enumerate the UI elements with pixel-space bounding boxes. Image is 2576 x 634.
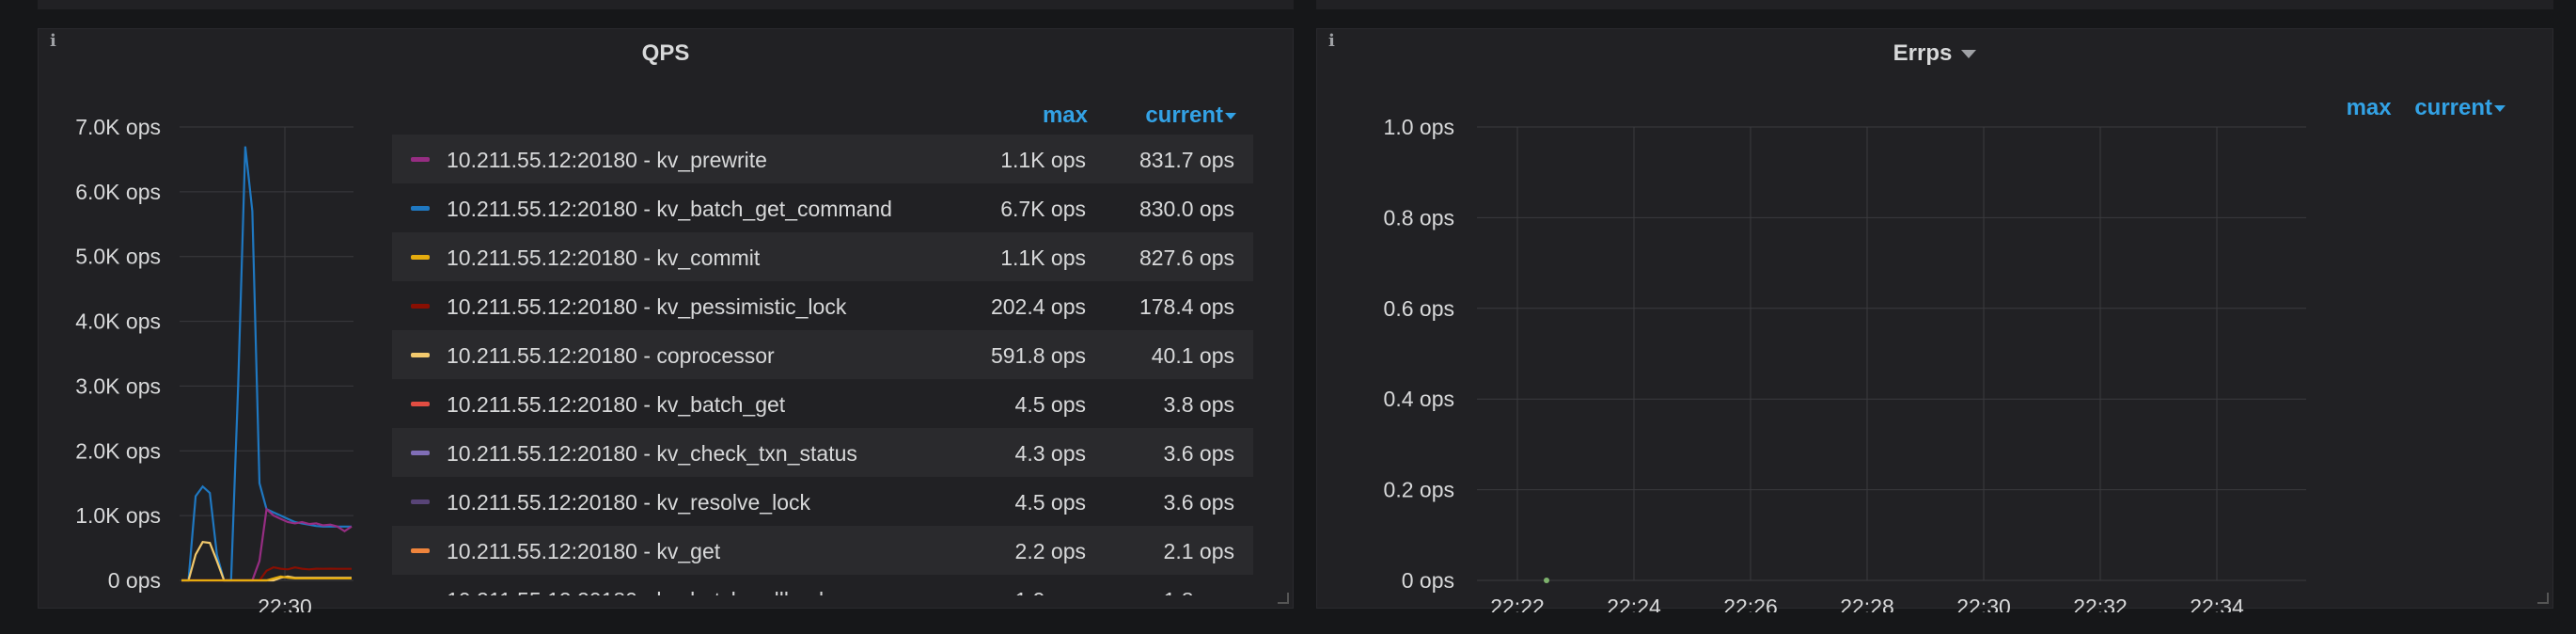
legend-item-current: 3.8 ops [1163,392,1234,417]
series-color-swatch[interactable] [411,451,430,455]
errps-legend-header: max current [2347,95,2505,121]
y-tick-label: 0.6 ops [1384,296,1454,321]
legend-item[interactable]: 10.211.55.12:20180 - kv_prewrite 1.1K ops… [392,135,1253,183]
legend-item[interactable]: 10.211.55.12:20180 - coprocessor 591.8 op… [392,330,1253,379]
errps-panel[interactable]: i Errps 0 ops 0.2 ops 0.4 ops 0.6 ops 0.8 op… [1316,28,2553,612]
y-tick-label: 7.0K ops [75,115,161,139]
legend-item-max: 1.1K ops [1000,148,1086,172]
sort-desc-icon [1225,113,1236,120]
legend-item-name[interactable]: 10.211.55.12:20180 - coprocessor [447,343,775,369]
legend-item-current: 3.6 ops [1163,441,1234,466]
y-tick-label: 0.4 ops [1384,387,1454,411]
qps-graph[interactable]: 0 ops 1.0K ops 2.0K ops 3.0K ops 4.0K ops 5.0… [39,67,363,612]
x-tick-label: 22:24 [1607,594,1661,612]
legend-item[interactable]: 10.211.55.12:20180 - kv_resolve_lock 4.5 … [392,477,1253,526]
legend-item-current: 1.8 ops [1164,588,1234,595]
legend-item-max: 202.4 ops [990,294,1086,319]
chevron-down-icon[interactable] [1961,50,1977,59]
legend-header-current[interactable]: current [1145,103,1236,129]
legend-header-max[interactable]: max [2347,95,2392,120]
y-tick-label: 4.0K ops [75,309,161,334]
legend-item[interactable]: 10.211.55.12:20180 - kv_batch_get 4.5 ops… [392,379,1253,428]
panel-title[interactable]: QPS [39,40,1293,67]
legend-item-max: 2.2 ops [1014,539,1086,563]
previous-panel-edge [1316,0,2553,9]
series-color-swatch[interactable] [411,304,430,309]
legend-item-name[interactable]: 10.211.55.12:20180 - kv_check_txn_status [447,441,857,467]
x-tick-label: 22:30 [1956,594,2011,612]
legend-header: max current [392,86,1253,135]
y-tick-label: 1.0K ops [75,503,161,528]
series-color-swatch[interactable] [411,353,430,357]
legend-item-current: 827.6 ops [1139,246,1234,270]
legend-item-max: 4.3 ops [1014,441,1086,466]
legend-item-name[interactable]: 10.211.55.12:20180 - kv_batch_get_comman… [447,197,892,222]
legend-item-current: 40.1 ops [1151,343,1234,368]
legend-item-name[interactable]: 10.211.55.12:20180 - kv_batch_rollback [447,588,829,595]
legend-item-current: 830.0 ops [1139,197,1234,221]
series-color-swatch[interactable] [411,548,430,553]
legend-item-max: 6.7K ops [1000,197,1086,221]
legend-item-name[interactable]: 10.211.55.12:20180 - kv_resolve_lock [447,490,810,515]
legend-item-max: 4.5 ops [1014,392,1086,417]
legend-item[interactable]: 10.211.55.12:20180 - kv_get 2.2 ops 2.1 op… [392,526,1253,575]
legend-item-name[interactable]: 10.211.55.12:20180 - kv_pessimistic_lock [447,294,846,320]
legend-item-name[interactable]: 10.211.55.12:20180 - kv_get [447,539,720,564]
legend-item[interactable]: 10.211.55.12:20180 - kv_batch_get_comman… [392,183,1253,232]
legend-header-max[interactable]: max [1043,103,1088,129]
x-tick-label: 22:22 [1490,594,1545,612]
series-color-swatch[interactable] [411,206,430,211]
legend-item-name[interactable]: 10.211.55.12:20180 - kv_commit [447,246,760,271]
x-tick-label: 22:32 [2073,594,2128,612]
legend-header-current[interactable]: current [2414,95,2505,120]
series-line [181,541,352,582]
data-point [1544,578,1549,583]
series-color-swatch[interactable] [411,157,430,162]
qps-panel[interactable]: i QPS 0 ops 1.0K ops 2.0K ops 3.0K ops 4.0K … [38,28,1294,612]
series-color-swatch[interactable] [411,499,430,504]
sort-desc-icon [2494,105,2505,113]
legend-item-current: 3.6 ops [1163,490,1234,515]
legend-item-current: 831.7 ops [1139,148,1234,172]
y-tick-label: 0 ops [108,568,161,593]
series-color-swatch[interactable] [411,255,430,260]
legend-item[interactable]: 10.211.55.12:20180 - kv_batch_rollback 1.… [392,575,1253,595]
x-tick-label: 22:30 [258,594,312,612]
resize-handle[interactable] [1278,593,1289,604]
legend-item[interactable]: 10.211.55.12:20180 - kv_pessimistic_lock… [392,281,1253,330]
legend-item-name[interactable]: 10.211.55.12:20180 - kv_batch_get [447,392,785,418]
y-tick-label: 3.0K ops [75,373,161,398]
y-tick-label: 6.0K ops [75,180,161,204]
y-tick-label: 2.0K ops [75,438,161,463]
x-tick-label: 22:34 [2190,594,2244,612]
legend-item-max: 4.5 ops [1014,490,1086,515]
y-tick-label: 0 ops [1402,568,1454,593]
x-tick-label: 22:28 [1840,594,1894,612]
legend-item-max: 1.9 ops [1015,588,1086,595]
legend-item-current: 2.1 ops [1163,539,1234,563]
x-tick-label: 22:26 [1723,594,1778,612]
legend-item-max: 591.8 ops [990,343,1086,368]
y-tick-label: 5.0K ops [75,245,161,269]
series-color-swatch[interactable] [411,402,430,406]
legend-item-max: 1.1K ops [1000,246,1086,270]
y-tick-label: 1.0 ops [1384,115,1454,139]
legend-item-name[interactable]: 10.211.55.12:20180 - kv_prewrite [447,148,767,173]
legend-item[interactable]: 10.211.55.12:20180 - kv_check_txn_status… [392,428,1253,477]
y-tick-label: 0.8 ops [1384,205,1454,230]
legend-item-current: 178.4 ops [1139,294,1234,319]
y-tick-label: 0.2 ops [1384,478,1454,502]
legend-item[interactable]: 10.211.55.12:20180 - kv_commit 1.1K ops 82… [392,232,1253,281]
errps-graph[interactable]: 0 ops 0.2 ops 0.4 ops 0.6 ops 0.8 ops 1.0 ops… [1317,67,2314,612]
panel-title[interactable]: Errps [1317,40,2552,67]
qps-legend: max current 10.211.55.12:20180 - kv_prew… [392,86,1253,595]
previous-panel-edge [38,0,1294,9]
resize-handle[interactable] [2537,593,2549,604]
